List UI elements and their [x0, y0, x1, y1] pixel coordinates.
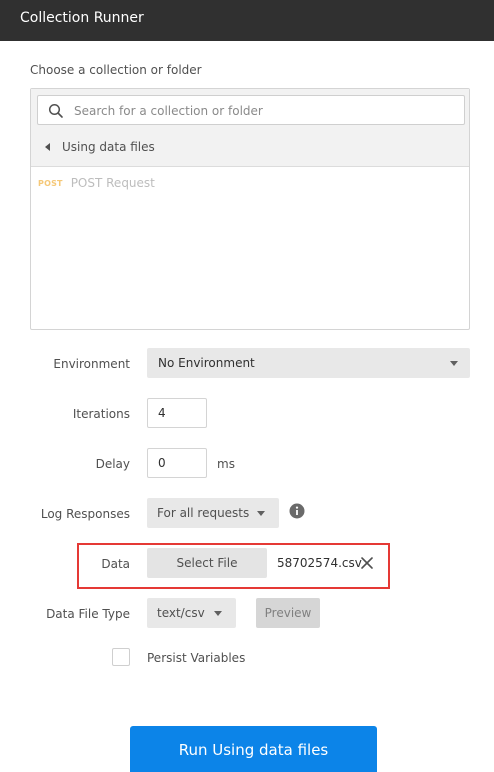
collection-browser: Using data files POST POST Request [30, 88, 470, 330]
collection-search-input[interactable] [74, 102, 454, 120]
run-button-label: Run Using data files [178, 741, 329, 759]
chevron-down-icon [450, 361, 458, 366]
iterations-input[interactable] [147, 398, 207, 428]
selected-file-name: 58702574.csv [277, 556, 362, 570]
environment-select[interactable]: No Environment [147, 348, 470, 378]
title-bar: Collection Runner [0, 0, 494, 41]
log-responses-value: For all requests [157, 506, 250, 520]
chevron-down-icon [214, 611, 222, 616]
data-file-type-select[interactable]: text/csv [147, 598, 236, 628]
search-icon [48, 103, 63, 118]
back-arrow-icon [45, 143, 50, 151]
info-icon[interactable] [289, 503, 305, 519]
request-item[interactable]: POST POST Request [38, 176, 155, 190]
data-file-type-label: Data File Type [46, 607, 130, 621]
collection-browser-header: Using data files [31, 89, 469, 167]
close-icon[interactable] [359, 555, 375, 571]
log-responses-select[interactable]: For all requests [147, 498, 279, 528]
iterations-label: Iterations [72, 407, 130, 421]
persist-variables-checkbox[interactable] [112, 648, 130, 666]
delay-unit: ms [217, 457, 235, 471]
data-label: Data [101, 557, 130, 571]
chevron-down-icon [257, 511, 265, 516]
current-folder-label: Using data files [62, 140, 155, 154]
delay-input[interactable] [147, 448, 207, 478]
request-name: POST Request [70, 176, 155, 190]
collection-search-box[interactable] [37, 95, 465, 125]
persist-variables-label: Persist Variables [147, 651, 246, 665]
environment-value: No Environment [158, 356, 255, 370]
select-file-label: Select File [176, 556, 238, 570]
preview-label: Preview [264, 606, 312, 620]
select-file-button[interactable]: Select File [147, 548, 267, 578]
environment-label: Environment [53, 357, 130, 371]
choose-collection-label: Choose a collection or folder [30, 63, 202, 77]
window-title: Collection Runner [20, 10, 144, 26]
preview-button[interactable]: Preview [256, 598, 320, 628]
run-button[interactable]: Run Using data files [130, 726, 377, 772]
request-method-badge: POST [38, 178, 63, 188]
folder-back-button[interactable]: Using data files [45, 139, 155, 155]
data-file-type-value: text/csv [157, 606, 205, 620]
delay-label: Delay [95, 457, 130, 471]
log-responses-label: Log Responses [40, 507, 130, 521]
